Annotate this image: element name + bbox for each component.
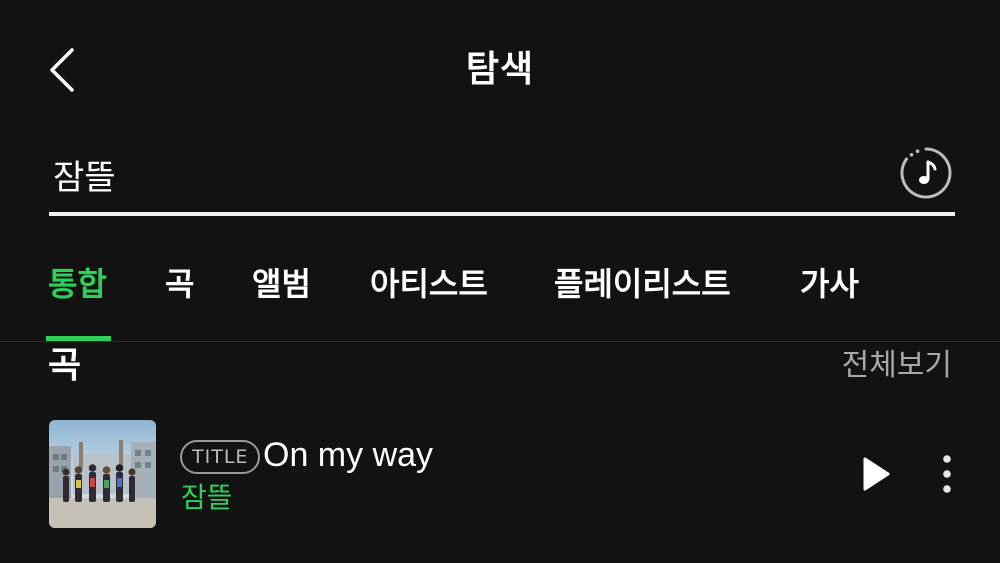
tab-playlists[interactable]: 플레이리스트 bbox=[554, 262, 731, 306]
view-all-link[interactable]: 전체보기 bbox=[842, 344, 952, 388]
header: 탐색 bbox=[0, 0, 1000, 140]
more-options-button[interactable] bbox=[932, 450, 962, 498]
tab-songs[interactable]: 곡 bbox=[165, 262, 194, 306]
tab-lyrics[interactable]: 가사 bbox=[800, 262, 859, 306]
tab-albums[interactable]: 앨범 bbox=[252, 262, 311, 306]
play-icon bbox=[863, 457, 890, 491]
song-artist[interactable]: 잠뜰 bbox=[181, 478, 233, 518]
more-vertical-icon bbox=[943, 455, 951, 493]
song-list-item[interactable]: TITLE On my way 잠뜰 bbox=[48, 420, 958, 530]
album-art-image bbox=[49, 420, 156, 528]
song-title: On my way bbox=[263, 436, 434, 474]
tab-artists[interactable]: 아티스트 bbox=[370, 262, 488, 306]
search-category-tabs: 통합 곡 앨범 아티스트 플레이리스트 가사 bbox=[0, 250, 1000, 342]
search-bar bbox=[49, 140, 955, 216]
section-title: 곡 bbox=[48, 345, 82, 386]
tab-all[interactable]: 통합 bbox=[48, 262, 107, 306]
page-title: 탐색 bbox=[465, 49, 535, 90]
search-input[interactable] bbox=[53, 146, 873, 202]
music-note-circle-icon bbox=[900, 147, 952, 199]
play-button[interactable] bbox=[856, 452, 896, 496]
album-art[interactable] bbox=[49, 420, 156, 528]
title-badge: TITLE bbox=[180, 440, 261, 474]
music-search-button[interactable] bbox=[899, 146, 953, 200]
